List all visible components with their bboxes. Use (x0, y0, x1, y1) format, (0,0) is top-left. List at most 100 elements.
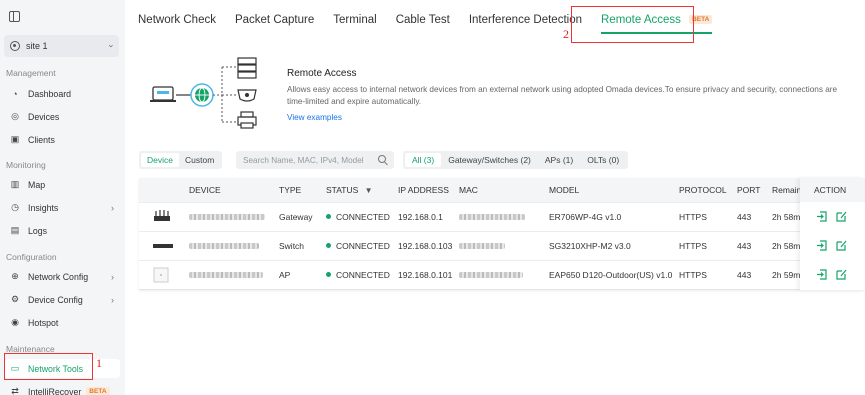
cell-port: 443 (737, 241, 752, 251)
cell-protocol: HTTPS (679, 270, 707, 280)
status-label: CONNECTED (336, 270, 390, 280)
tab-packet-capture[interactable]: Packet Capture (235, 14, 314, 34)
map-icon: ▥ (10, 179, 20, 189)
open-session-icon[interactable] (816, 240, 827, 251)
annotation-number-2: 2 (563, 27, 569, 41)
edit-icon[interactable] (836, 269, 847, 280)
device-type-filter: All (3) Gateway/Switches (2) APs (1) OLT… (403, 151, 629, 169)
logs-icon: ▤ (10, 225, 20, 235)
site-name: site 1 (26, 41, 48, 51)
edit-icon[interactable] (836, 240, 847, 251)
device-name-redacted (189, 272, 263, 278)
chevron-down-icon: › (106, 44, 117, 48)
header-status-label: STATUS (326, 185, 359, 195)
sidebar-item-label: Insights (28, 202, 59, 213)
section-monitoring: Monitoring (6, 160, 46, 170)
sidebar-item-dashboard[interactable]: ◔ Dashboard (5, 84, 120, 103)
cell-ip: 192.168.0.1 (398, 212, 443, 222)
sidebar-item-device-config[interactable]: ⚙ Device Config › (5, 290, 120, 309)
header-remain[interactable]: Remain (772, 185, 801, 195)
sidebar-item-hotspot[interactable]: ◉ Hotspot (5, 313, 120, 332)
mac-redacted (459, 243, 505, 249)
sidebar-item-clients[interactable]: ▣ Clients (5, 130, 120, 149)
devices-table: DEVICE TYPE STATUS ▼ IP ADDRESS MAC MODE… (139, 178, 865, 290)
filter-gateway-switches[interactable]: Gateway/Switches (2) (441, 153, 538, 167)
chevron-right-icon: › (111, 294, 114, 305)
cell-model: ER706WP-4G v1.0 (549, 212, 622, 222)
filter-olts[interactable]: OLTs (0) (580, 153, 626, 167)
search-input[interactable] (236, 151, 394, 169)
cell-model: EAP650 D120-Outdoor(US) v1.0 (549, 270, 673, 280)
table-row: AP CONNECTED 192.168.0.101 EAP650 D120-O… (139, 260, 865, 289)
filter-icon[interactable]: ▼ (365, 186, 373, 195)
tab-cable-test[interactable]: Cable Test (396, 14, 450, 34)
chevron-right-icon: › (111, 202, 114, 213)
intro-description: Allows easy access to internal network d… (287, 85, 838, 106)
header-port[interactable]: PORT (737, 185, 760, 195)
edit-icon[interactable] (836, 211, 847, 222)
sidebar-item-map[interactable]: ▥ Map (5, 175, 120, 194)
intro-title: Remote Access (287, 68, 357, 79)
header-protocol[interactable]: PROTOCOL (679, 185, 727, 195)
dashboard-icon: ◔ (12, 88, 18, 99)
sidebar-item-label: Map (28, 179, 46, 190)
header-model[interactable]: MODEL (549, 185, 579, 195)
tab-network-check[interactable]: Network Check (138, 14, 216, 34)
sidebar-item-label: Device Config (28, 294, 83, 305)
open-session-icon[interactable] (816, 269, 827, 280)
table-row: Gateway CONNECTED 192.168.0.1 ER706WP-4G… (139, 202, 865, 231)
sidebar-item-label: Clients (28, 134, 55, 145)
header-action: ACTION (814, 185, 847, 195)
custom-tab-button[interactable]: Custom (179, 153, 220, 167)
ap-device-icon (153, 267, 169, 283)
insights-icon: ◷ (11, 202, 19, 212)
header-status[interactable]: STATUS ▼ (326, 185, 373, 195)
sidebar: site 1 › Management ◔ Dashboard ◎ Device… (0, 0, 125, 395)
status-dot-icon (326, 243, 331, 248)
sidebar-item-insights[interactable]: ◷ Insights › (5, 198, 120, 217)
cell-remain: 2h 58m (772, 212, 801, 222)
view-examples-link[interactable]: View examples (287, 113, 342, 122)
filter-aps[interactable]: APs (1) (538, 153, 580, 167)
cell-remain: 2h 58m (772, 241, 801, 251)
sidebar-item-logs[interactable]: ▤ Logs (5, 221, 120, 240)
laptop-icon (150, 86, 176, 102)
header-mac[interactable]: MAC (459, 185, 478, 195)
chevron-right-icon: › (111, 271, 114, 282)
cell-port: 443 (737, 212, 752, 222)
header-ip[interactable]: IP ADDRESS (398, 185, 449, 195)
header-type[interactable]: TYPE (279, 185, 301, 195)
sidebar-item-network-config[interactable]: ⊕ Network Config › (5, 267, 120, 286)
sidebar-item-label: Logs (28, 225, 48, 236)
intellirecover-icon: ⇄ (11, 386, 19, 395)
action-column: ACTION (800, 178, 865, 290)
remote-access-illustration (150, 57, 257, 129)
printer-icon (237, 111, 257, 129)
filter-all[interactable]: All (3) (405, 153, 442, 167)
cell-model: SG3210XHP-M2 v3.0 (549, 241, 631, 251)
header-device[interactable]: DEVICE (189, 185, 221, 195)
search-icon[interactable] (378, 155, 386, 163)
annotation-number-1: 1 (96, 356, 102, 370)
open-session-icon[interactable] (816, 211, 827, 222)
device-name-redacted (189, 214, 265, 220)
camera-icon (237, 89, 257, 102)
globe-icon (190, 83, 214, 107)
tab-terminal[interactable]: Terminal (333, 14, 376, 34)
section-configuration: Configuration (6, 252, 57, 262)
status-label: CONNECTED (336, 241, 390, 251)
cell-status: CONNECTED (326, 212, 390, 222)
site-selector[interactable]: site 1 › (4, 35, 119, 57)
sidebar-item-devices[interactable]: ◎ Devices (5, 107, 120, 126)
sidebar-toggle-icon[interactable] (9, 11, 20, 22)
cell-remain: 2h 59m (772, 270, 801, 280)
sidebar-item-intellirecover[interactable]: ⇄ IntelliRecover BETA (5, 382, 120, 395)
device-config-icon: ⚙ (10, 294, 20, 304)
status-label: CONNECTED (336, 212, 390, 222)
sidebar-item-label: Hotspot (28, 317, 59, 328)
device-tab-button[interactable]: Device (141, 153, 179, 167)
cell-status: CONNECTED (326, 241, 390, 251)
sidebar-item-label: Devices (28, 111, 60, 122)
switch-device-icon (153, 244, 173, 248)
gateway-device-icon (154, 210, 170, 221)
